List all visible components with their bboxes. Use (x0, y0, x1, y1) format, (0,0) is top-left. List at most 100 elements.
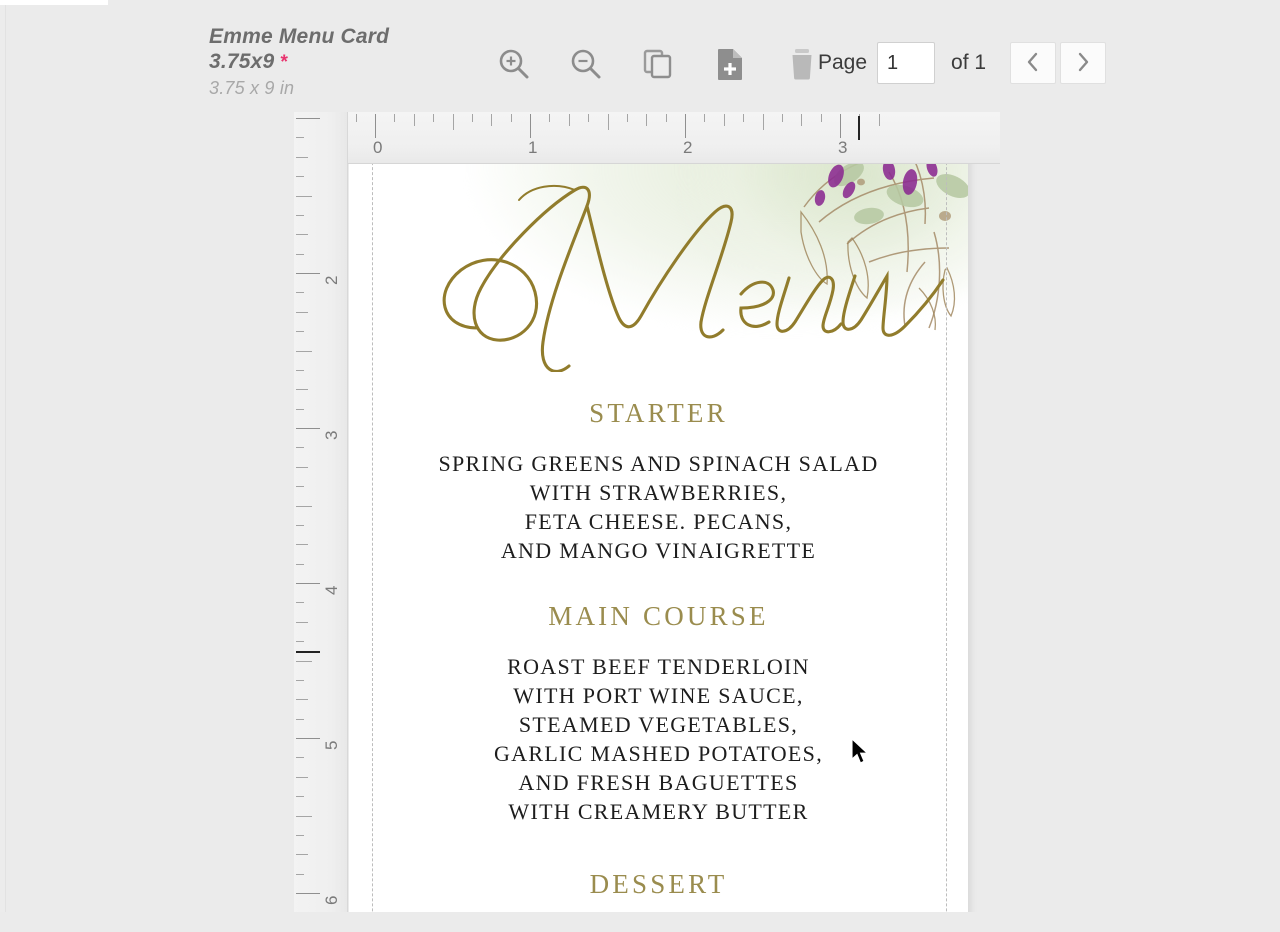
canvas-right-padding (1000, 112, 1280, 912)
ruler-tick (491, 114, 493, 126)
ruler-tick (723, 114, 725, 126)
previous-page-button[interactable] (1010, 42, 1057, 84)
ruler-tick (296, 331, 304, 333)
section-heading-starter: STARTER (589, 398, 728, 428)
ruler-label: 4 (322, 585, 341, 595)
zoom-out-icon (569, 47, 603, 81)
ruler-tick (296, 311, 308, 313)
ruler-tick (296, 524, 304, 526)
page-label: Page (818, 51, 868, 74)
app-root: Emme Menu Card 3.75x9 * 3.75 x 9 in Page… (0, 0, 1280, 932)
ruler-tick (296, 156, 308, 158)
ruler-tick (296, 428, 320, 429)
ruler-tick (296, 738, 320, 739)
ruler-tick (471, 114, 473, 122)
menu-line: STEAMED VEGETABLES, (518, 712, 799, 737)
ruler-tick (296, 660, 312, 662)
ruler-tick (296, 699, 308, 701)
left-rail (0, 5, 6, 932)
duplicate-page-button[interactable] (634, 40, 682, 88)
menu-line: AND FRESH BAGUETTES (518, 770, 799, 795)
section-heading-dessert: DESSERT (589, 869, 728, 899)
ruler-tick (743, 114, 745, 122)
design-canvas[interactable]: STARTER SPRING GREENS AND SPINACH SALAD … (294, 112, 1000, 912)
ruler-tick (607, 114, 609, 130)
menu-script-title (349, 142, 968, 373)
ruler-tick (296, 544, 308, 546)
ruler-tick (530, 114, 531, 138)
ruler-label: 2 (322, 275, 341, 285)
menu-card-page[interactable]: STARTER SPRING GREENS AND SPINACH SALAD … (349, 112, 968, 912)
ruler-tick (781, 114, 783, 122)
page-navigation: Page of 1 (818, 42, 1107, 84)
ruler-tick (568, 114, 570, 126)
menu-line: AND MANGO VINAIGRETTE (500, 538, 817, 563)
menu-line: WITH CREAMERY BUTTER (508, 799, 809, 824)
menu-line: GARLIC MASHED POTATOES, (493, 741, 824, 766)
ruler-tick (296, 137, 304, 139)
ruler-tick (375, 114, 376, 138)
menu-line: WITH STRAWBERRIES, (529, 480, 788, 505)
document-title-name: Emme Menu Card (209, 25, 390, 48)
page-total-label: of 1 (951, 51, 987, 74)
chevron-left-icon (1025, 51, 1041, 76)
ruler-tick (296, 873, 304, 875)
section-lines-starter: SPRING GREENS AND SPINACH SALAD WITH STR… (349, 449, 968, 565)
ruler-tick (801, 114, 803, 126)
ruler-tick (296, 486, 304, 488)
zoom-in-icon (497, 47, 531, 81)
ruler-label: 0 (373, 138, 383, 157)
document-dimensions: 3.75 x 9 in (209, 78, 295, 98)
page-viewport[interactable]: STARTER SPRING GREENS AND SPINACH SALAD … (349, 112, 1000, 912)
ruler-tick (878, 114, 880, 126)
page-number-input[interactable] (877, 42, 936, 84)
ruler-tick (296, 602, 304, 604)
ruler-tick (296, 389, 308, 391)
ruler-tick (626, 114, 628, 122)
vertical-position-marker (296, 651, 320, 653)
ruler-tick (296, 563, 304, 565)
zoom-in-button[interactable] (490, 40, 538, 88)
add-page-button[interactable] (706, 40, 754, 88)
ruler-tick (452, 114, 454, 130)
duplicate-page-icon (642, 48, 674, 80)
ruler-label: 3 (322, 430, 341, 440)
ruler-tick (685, 114, 686, 138)
ruler-label: 5 (322, 740, 341, 750)
horizontal-ruler[interactable]: 0 1 2 3 (348, 112, 1000, 164)
ruler-tick (296, 253, 304, 255)
ruler-tick (413, 114, 415, 126)
zoom-out-button[interactable] (562, 40, 610, 88)
vertical-ruler[interactable]: 2 3 4 5 6 (294, 112, 348, 912)
ruler-tick (296, 757, 304, 759)
ruler-label: 2 (683, 138, 693, 157)
menu-section-starter: STARTER SPRING GREENS AND SPINACH SALAD … (349, 398, 968, 565)
ruler-tick (296, 195, 312, 197)
ruler-tick (588, 114, 590, 122)
horizontal-position-marker (858, 116, 860, 140)
ruler-tick (296, 273, 320, 274)
ruler-tick (296, 408, 304, 410)
trash-icon (786, 47, 818, 81)
ruler-tick (296, 292, 304, 294)
ruler-tick (296, 641, 304, 643)
required-asterisk: * (280, 52, 289, 73)
ruler-tick (820, 114, 822, 122)
ruler-tick (646, 114, 648, 126)
menu-section-main-course: MAIN COURSE ROAST BEEF TENDERLOIN WITH P… (349, 601, 968, 826)
next-page-button[interactable] (1060, 42, 1107, 84)
ruler-tick (665, 114, 667, 122)
section-lines-main-course: ROAST BEEF TENDERLOIN WITH PORT WINE SAU… (349, 652, 968, 826)
ruler-tick (840, 114, 841, 138)
ruler-tick (510, 114, 512, 122)
ruler-tick (704, 114, 706, 122)
ruler-tick (296, 234, 308, 236)
ruler-label: 6 (322, 895, 341, 905)
ruler-tick (296, 350, 312, 352)
ruler-tick (296, 621, 308, 623)
chevron-right-icon (1075, 51, 1091, 76)
ruler-tick (296, 854, 308, 856)
ruler-tick (296, 776, 308, 778)
document-size-code: 3.75x9 (209, 50, 275, 73)
ruler-tick (296, 505, 312, 507)
